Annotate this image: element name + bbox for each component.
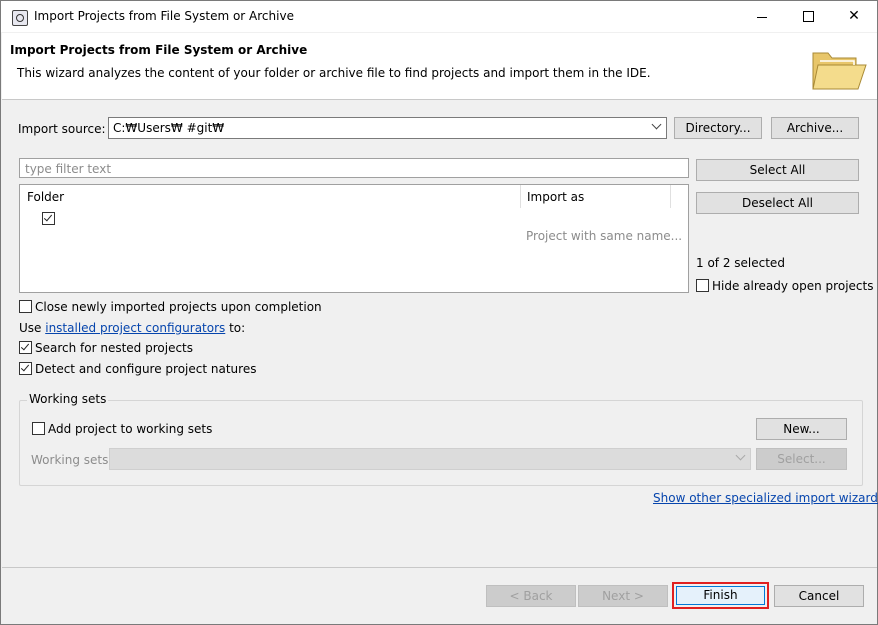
chevron-down-icon (651, 119, 662, 130)
new-working-set-button[interactable]: New... (756, 418, 847, 440)
maximize-button[interactable] (785, 1, 831, 32)
filter-input[interactable] (23, 160, 687, 178)
import-source-combo[interactable]: C:₩Users₩ #git₩ (108, 117, 667, 139)
folder-icon (812, 52, 867, 90)
use-prefix: Use (19, 321, 46, 335)
specialized-wizards-link[interactable]: Show other specialized import wizards (653, 491, 878, 505)
finish-button[interactable]: Finish (676, 586, 765, 605)
select-all-button[interactable]: Select All (696, 159, 859, 181)
deselect-all-button[interactable]: Deselect All (696, 192, 859, 214)
column-separator[interactable] (670, 185, 671, 208)
working-sets-label: Working sets: (31, 453, 113, 467)
close-button[interactable]: ✕ (831, 1, 877, 32)
column-header-folder[interactable]: Folder (27, 190, 64, 204)
detect-natures-label[interactable]: Detect and configure project natures (35, 362, 256, 376)
eclipse-app-icon (12, 10, 28, 26)
import-source-label: Import source: (18, 122, 106, 136)
import-dialog: Import Projects from File System or Arch… (0, 0, 878, 625)
projects-table[interactable]: Folder Import as Project with same name.… (19, 184, 689, 293)
selected-count: 1 of 2 selected (696, 256, 785, 270)
import-source-value: C:₩Users₩ #git₩ (113, 121, 225, 135)
add-to-working-sets-label[interactable]: Add project to working sets (48, 422, 212, 436)
configurators-text: Use installed project configurators to: (19, 321, 245, 335)
hide-open-label[interactable]: Hide already open projects (712, 279, 873, 293)
archive-button[interactable]: Archive... (771, 117, 859, 139)
detect-natures-checkbox[interactable] (19, 362, 32, 375)
add-to-working-sets-checkbox[interactable] (32, 422, 45, 435)
directory-button[interactable]: Directory... (674, 117, 762, 139)
select-working-sets-button[interactable]: Select... (756, 448, 847, 470)
chevron-down-icon (735, 450, 746, 461)
close-projects-checkbox[interactable] (19, 300, 32, 313)
filter-field[interactable] (19, 158, 689, 178)
wizard-description: This wizard analyzes the content of your… (17, 66, 651, 80)
title-bar: Import Projects from File System or Arch… (1, 1, 877, 32)
window-title: Import Projects from File System or Arch… (34, 9, 294, 23)
use-suffix: to: (225, 321, 246, 335)
working-sets-combo[interactable] (109, 448, 751, 470)
working-sets-title: Working sets (27, 392, 109, 406)
cancel-button[interactable]: Cancel (774, 585, 864, 607)
hide-open-checkbox[interactable] (696, 279, 709, 292)
minimize-button[interactable] (739, 1, 785, 32)
column-separator[interactable] (520, 185, 521, 208)
table-row-checkbox[interactable] (42, 212, 55, 225)
column-header-import-as[interactable]: Import as (527, 190, 584, 204)
search-nested-checkbox[interactable] (19, 341, 32, 354)
wizard-banner: Import Projects from File System or Arch… (2, 33, 877, 100)
footer-divider (2, 567, 877, 568)
back-button[interactable]: < Back (486, 585, 576, 607)
next-button[interactable]: Next > (578, 585, 668, 607)
working-sets-group (19, 400, 863, 486)
close-projects-label[interactable]: Close newly imported projects upon compl… (35, 300, 322, 314)
search-nested-label[interactable]: Search for nested projects (35, 341, 193, 355)
wizard-title: Import Projects from File System or Arch… (10, 43, 308, 57)
table-row-import-as: Project with same name... (526, 229, 683, 243)
configurators-link[interactable]: installed project configurators (45, 321, 225, 335)
